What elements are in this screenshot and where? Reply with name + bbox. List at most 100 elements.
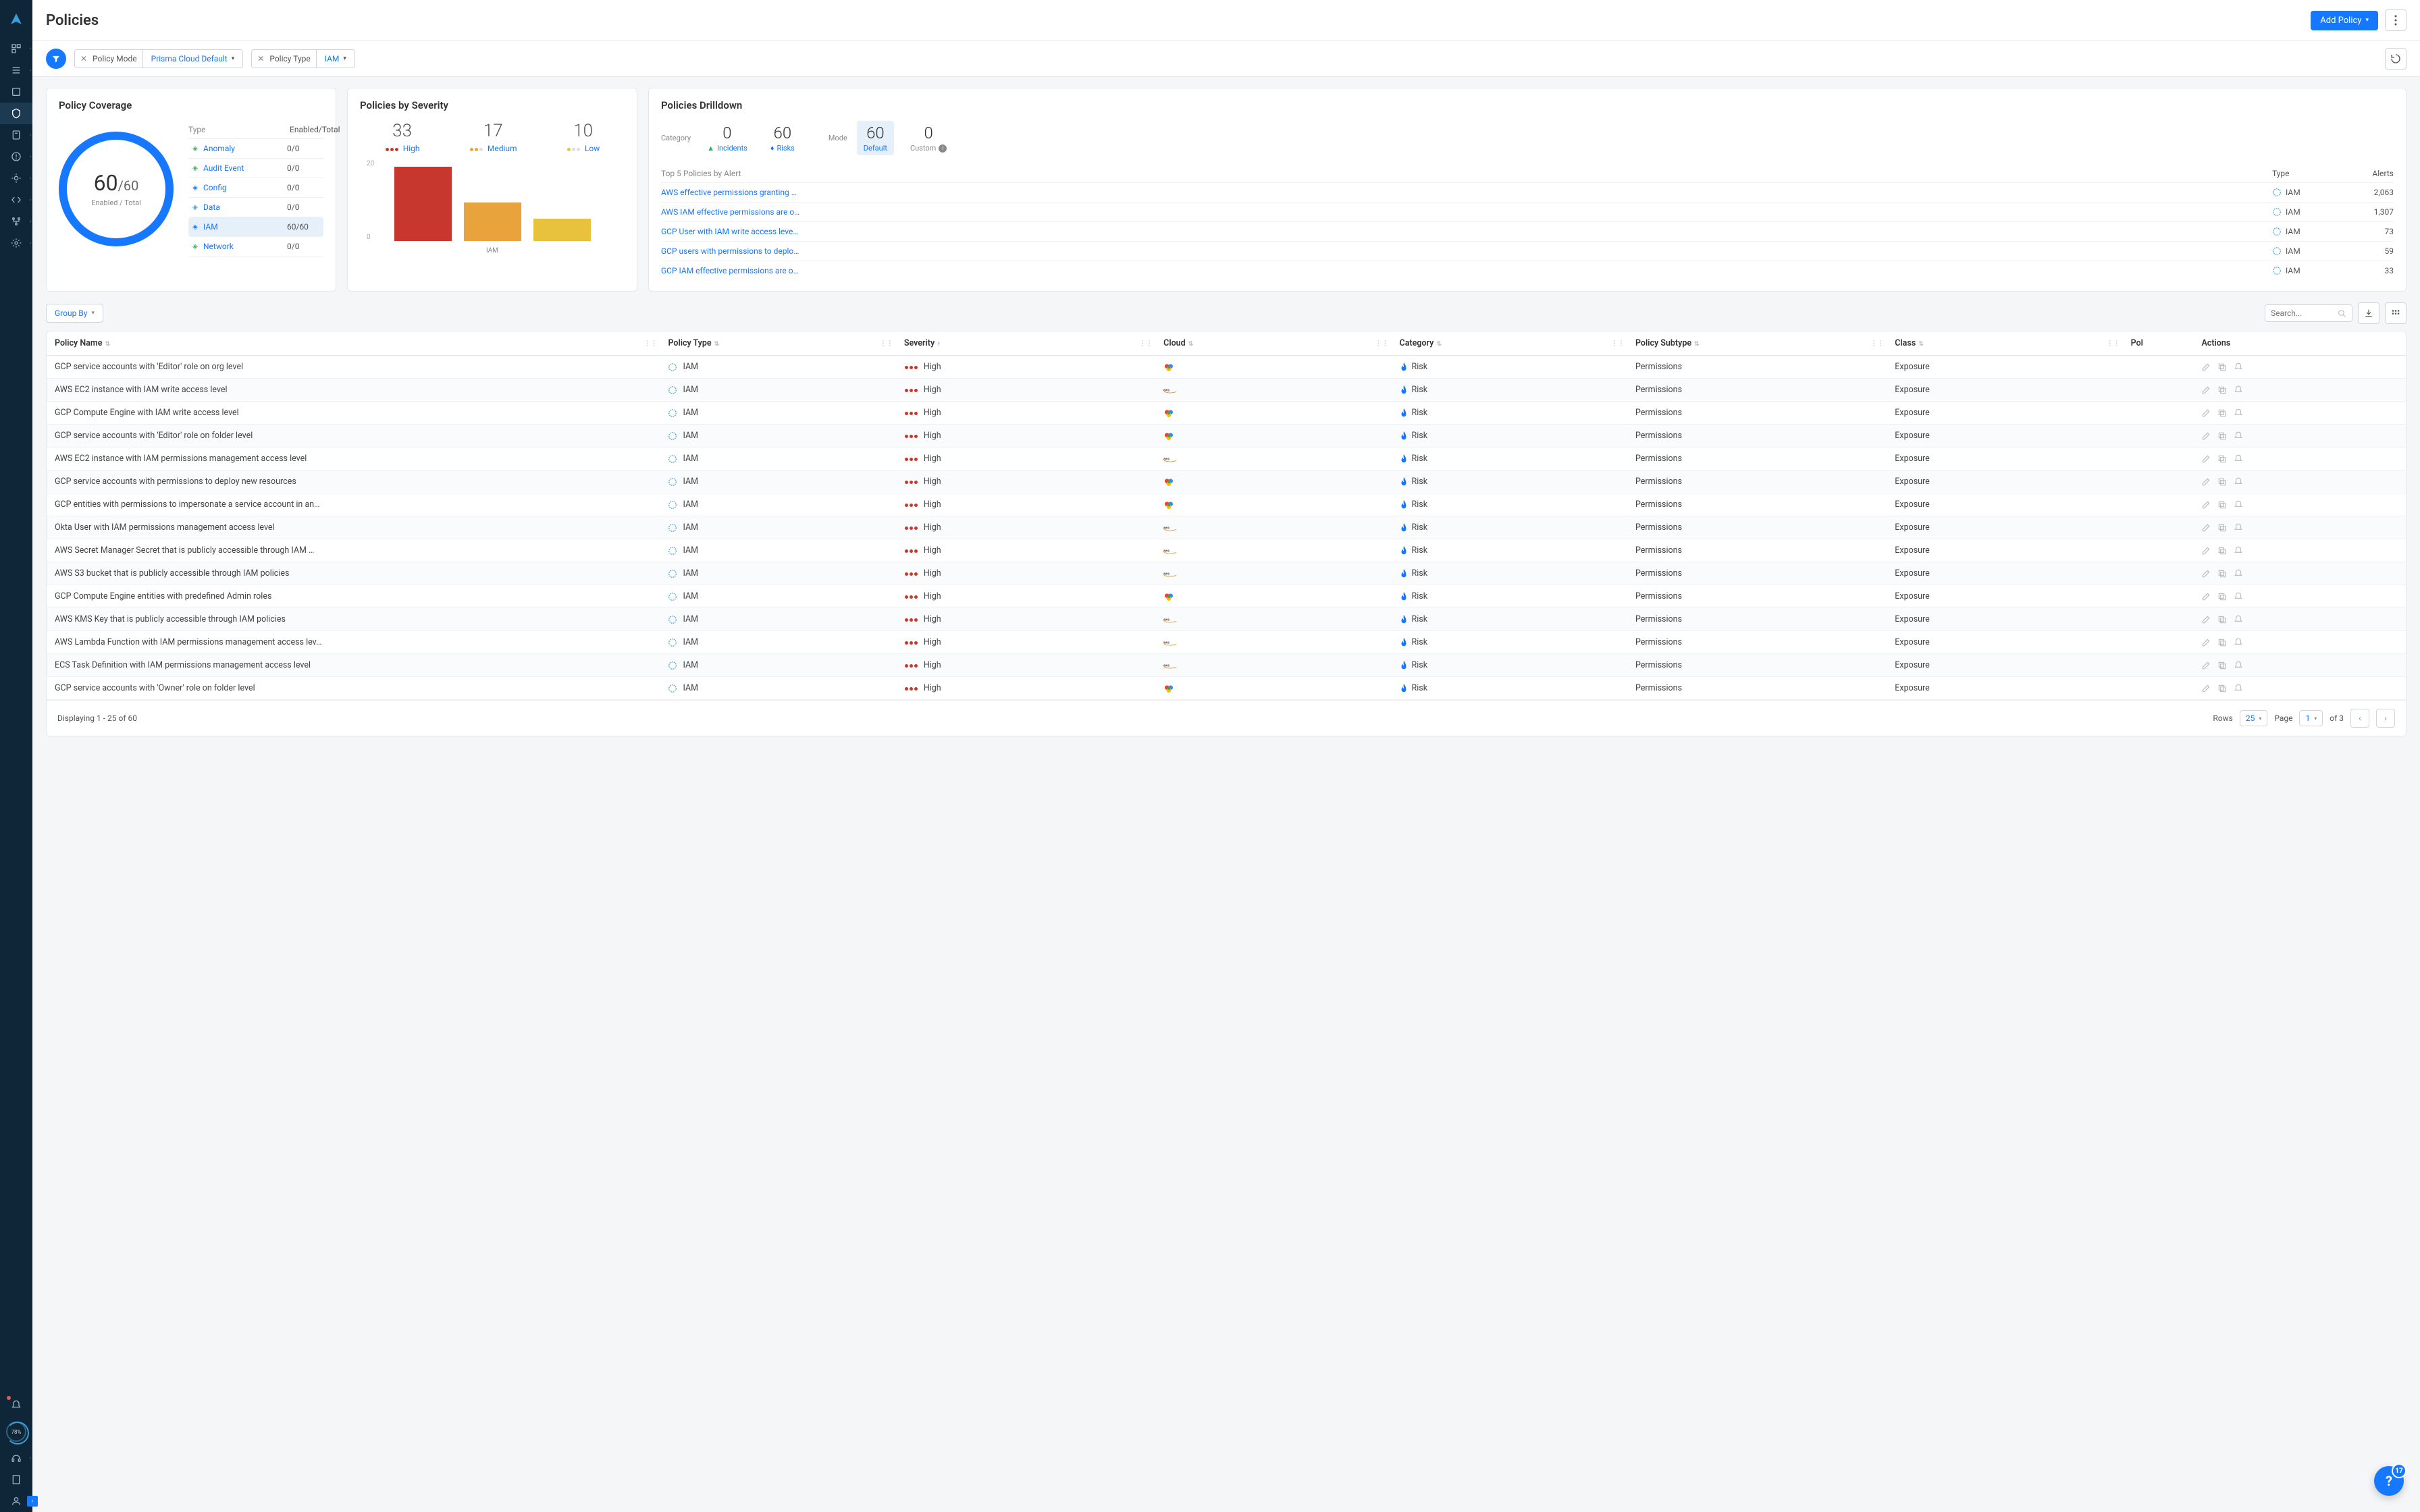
col-cloud[interactable]: Cloud⇅⋮⋮ — [1155, 331, 1391, 356]
nav-support[interactable]: › — [0, 1447, 32, 1469]
col-pol[interactable]: Pol — [2123, 331, 2194, 356]
more-menu-button[interactable] — [2385, 9, 2406, 31]
copy-icon[interactable] — [2217, 592, 2227, 601]
nav-inventory[interactable]: › — [0, 59, 32, 81]
table-row[interactable]: GCP service accounts with 'Owner' role o… — [47, 677, 2406, 700]
copy-icon[interactable] — [2217, 523, 2227, 533]
bell-icon[interactable] — [2234, 523, 2243, 533]
bell-icon[interactable] — [2234, 454, 2243, 464]
table-row[interactable]: GCP entities with permissions to imperso… — [47, 493, 2406, 516]
bell-icon[interactable] — [2234, 546, 2243, 556]
group-by-button[interactable]: Group By▾ — [46, 304, 103, 323]
bell-icon[interactable] — [2234, 477, 2243, 487]
nav-dashboard[interactable]: › — [0, 38, 32, 59]
search-box[interactable] — [2265, 304, 2352, 322]
coverage-type-row[interactable]: ◈Audit Event0/0 — [188, 159, 323, 178]
rows-per-page-select[interactable]: 25▾ — [2240, 710, 2268, 726]
copy-icon[interactable] — [2217, 546, 2227, 556]
type-link[interactable]: Network — [203, 242, 234, 251]
default-metric[interactable]: 60 Default — [857, 121, 894, 155]
edit-icon[interactable] — [2201, 477, 2211, 487]
next-page-button[interactable]: › — [2376, 709, 2395, 728]
coverage-type-row[interactable]: ◈Data0/0 — [188, 198, 323, 217]
columns-button[interactable] — [2385, 302, 2406, 324]
bell-icon[interactable] — [2234, 385, 2243, 395]
nav-alerts[interactable]: › — [0, 146, 32, 167]
copy-icon[interactable] — [2217, 500, 2227, 510]
edit-icon[interactable] — [2201, 615, 2211, 624]
edit-icon[interactable] — [2201, 431, 2211, 441]
nav-settings[interactable]: › — [0, 232, 32, 254]
table-row[interactable]: GCP service accounts with 'Editor' role … — [47, 425, 2406, 448]
chip-remove-icon[interactable]: ✕ — [252, 54, 269, 63]
nav-compute[interactable]: › — [0, 167, 32, 189]
bell-icon[interactable] — [2234, 592, 2243, 601]
table-row[interactable]: AWS Lambda Function with IAM permissions… — [47, 631, 2406, 654]
prev-page-button[interactable]: ‹ — [2350, 709, 2369, 728]
incidents-metric[interactable]: 0 ▲Incidents — [700, 121, 754, 155]
edit-icon[interactable] — [2201, 661, 2211, 670]
copy-icon[interactable] — [2217, 569, 2227, 578]
bar-high[interactable] — [394, 167, 452, 241]
edit-icon[interactable] — [2201, 500, 2211, 510]
chip-value[interactable]: IAM▾ — [317, 50, 354, 68]
copy-icon[interactable] — [2217, 385, 2227, 395]
coverage-type-row[interactable]: ◈Network0/0 — [188, 237, 323, 256]
severity-low-link[interactable]: Low — [585, 144, 600, 153]
chip-value[interactable]: Prisma Cloud Default▾ — [143, 50, 243, 68]
edit-icon[interactable] — [2201, 638, 2211, 647]
copy-icon[interactable] — [2217, 454, 2227, 464]
coverage-type-row[interactable]: ◈Anomaly0/0 — [188, 139, 323, 159]
type-link[interactable]: Config — [203, 183, 227, 192]
bell-icon[interactable] — [2234, 615, 2243, 624]
col-severity[interactable]: Severity↑⋮⋮ — [896, 331, 1155, 356]
drilldown-policy-link[interactable]: GCP users with permissions to deplo… — [661, 246, 2272, 256]
type-link[interactable]: Data — [203, 202, 220, 212]
bar-med[interactable] — [464, 202, 521, 241]
add-policy-button[interactable]: Add Policy▾ — [2311, 11, 2378, 30]
table-row[interactable]: GCP service accounts with permissions to… — [47, 470, 2406, 493]
help-button[interactable]: ?17 — [2374, 1466, 2404, 1496]
page-select[interactable]: 1▾ — [2299, 710, 2323, 726]
bell-icon[interactable] — [2234, 408, 2243, 418]
nav-code[interactable]: › — [0, 189, 32, 211]
col-subtype[interactable]: Policy Subtype⇅⋮⋮ — [1627, 331, 1887, 356]
drilldown-policy-link[interactable]: GCP User with IAM write access leve… — [661, 227, 2272, 236]
edit-icon[interactable] — [2201, 592, 2211, 601]
edit-icon[interactable] — [2201, 362, 2211, 372]
table-row[interactable]: AWS KMS Key that is publicly accessible … — [47, 608, 2406, 631]
table-row[interactable]: AWS Secret Manager Secret that is public… — [47, 539, 2406, 562]
copy-icon[interactable] — [2217, 615, 2227, 624]
severity-high-link[interactable]: High — [403, 144, 420, 153]
nav-notifications[interactable] — [0, 1395, 32, 1416]
bell-icon[interactable] — [2234, 500, 2243, 510]
nav-docs[interactable] — [0, 1469, 32, 1490]
coverage-type-row[interactable]: ◈IAM60/60 — [188, 217, 323, 237]
risks-metric[interactable]: 60 ♦Risks — [764, 121, 801, 155]
severity-medium-link[interactable]: Medium — [488, 144, 517, 153]
credits-progress[interactable]: 78% — [6, 1422, 26, 1442]
chip-remove-icon[interactable]: ✕ — [75, 54, 93, 63]
table-row[interactable]: Okta User with IAM permissions managemen… — [47, 516, 2406, 539]
copy-icon[interactable] — [2217, 661, 2227, 670]
table-row[interactable]: ECS Task Definition with IAM permissions… — [47, 654, 2406, 677]
type-link[interactable]: Anomaly — [203, 144, 235, 153]
edit-icon[interactable] — [2201, 454, 2211, 464]
copy-icon[interactable] — [2217, 638, 2227, 647]
table-row[interactable]: AWS EC2 instance with IAM permissions ma… — [47, 448, 2406, 470]
bell-icon[interactable] — [2234, 684, 2243, 693]
bell-icon[interactable] — [2234, 569, 2243, 578]
col-category[interactable]: Category⇅⋮⋮ — [1392, 331, 1627, 356]
table-row[interactable]: GCP Compute Engine entities with predefi… — [47, 585, 2406, 608]
copy-icon[interactable] — [2217, 362, 2227, 372]
edit-icon[interactable] — [2201, 523, 2211, 533]
drilldown-policy-link[interactable]: GCP IAM effective permissions are o… — [661, 266, 2272, 275]
type-link[interactable]: IAM — [203, 222, 218, 232]
coverage-type-row[interactable]: ◈Config0/0 — [188, 178, 323, 198]
table-row[interactable]: GCP Compute Engine with IAM write access… — [47, 402, 2406, 425]
col-policy-name[interactable]: Policy Name⇅⋮⋮ — [47, 331, 660, 356]
nav-policies[interactable] — [0, 103, 32, 124]
type-link[interactable]: Audit Event — [203, 163, 244, 173]
download-button[interactable] — [2358, 302, 2379, 324]
copy-icon[interactable] — [2217, 408, 2227, 418]
